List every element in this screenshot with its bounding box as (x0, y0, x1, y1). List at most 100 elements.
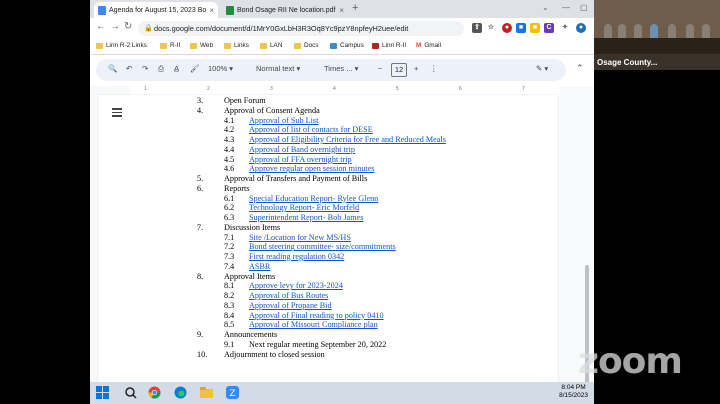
chevron-down-icon[interactable]: ⌄ (542, 3, 549, 12)
minimize-icon[interactable]: — (562, 3, 570, 12)
spellcheck-icon[interactable]: A̲ (174, 64, 179, 73)
document-outline-icon[interactable] (112, 108, 122, 119)
agenda-number: 7.1 (224, 232, 235, 242)
agenda-number: 6. (197, 183, 204, 193)
agenda-link[interactable]: Approval of Band overnight trip (249, 145, 355, 155)
back-icon[interactable]: ← (96, 21, 106, 32)
bookmark-linn-r-ii[interactable]: Linn R-II (372, 42, 406, 49)
agenda-number: 5. (197, 174, 204, 183)
redo-icon[interactable]: ↷ (142, 64, 148, 73)
bookmark-r-ii[interactable]: R-II (160, 42, 180, 49)
share-icon[interactable]: ⇪ (472, 23, 482, 33)
tab-strip: Agenda for August 15, 2023 Bo × Bond Osa… (90, 0, 594, 18)
agenda-link[interactable]: Approve levy for 2023-2024 (249, 281, 343, 291)
editing-mode-icon[interactable]: ✎ ▾ (536, 64, 548, 73)
agenda-link[interactable]: Approval of FFA overnight trip (249, 155, 352, 165)
agenda-number: 8.5 (224, 320, 235, 330)
paint-format-icon[interactable]: 🖌 (190, 64, 200, 73)
forward-icon[interactable]: → (110, 21, 120, 32)
folder-icon (96, 42, 103, 49)
close-icon[interactable]: × (206, 6, 214, 15)
agenda-link[interactable]: Approval of Propane Bid (249, 301, 332, 311)
agenda-link[interactable]: Site /Location for New MS/HS (249, 233, 351, 243)
bookmark-lan[interactable]: LAN (260, 42, 282, 49)
file-explorer-icon[interactable] (200, 386, 213, 399)
bookmark-links[interactable]: Links (224, 42, 249, 49)
puzzle-icon[interactable]: ✦ (560, 23, 570, 33)
style-select[interactable]: Normal text ▾ (256, 64, 300, 73)
edge-icon[interactable] (174, 386, 187, 399)
bookmarks-bar: Linn R-2 Links R-II Web Links LAN Docs C… (90, 39, 594, 55)
agenda-heading: Approval of Transfers and Payment of Bil… (224, 174, 368, 183)
address-bar[interactable]: 🔒 docs.google.com/document/d/1MrY0GxLbH3… (138, 21, 464, 36)
agenda-link[interactable]: Approval of list of contacts for DESE (249, 125, 373, 135)
lock-icon: 🔒 (144, 25, 153, 32)
font-select[interactable]: Times ... ▾ (324, 64, 358, 73)
search-icon[interactable] (124, 386, 137, 399)
agenda-link[interactable]: First reading regulation 0342 (249, 252, 344, 262)
windows-taskbar: Z 8:04 PM 8/15/2023 (90, 382, 594, 404)
agenda-link[interactable]: Technology Report- Eric Morfeld (249, 203, 359, 213)
tab-bond-pdf[interactable]: Bond Osage RII Ne location.pdf × (222, 2, 348, 18)
extension-blue-icon[interactable]: ■ (516, 23, 526, 33)
collapse-toolbar-icon[interactable]: ⌃ (576, 63, 584, 74)
bookmark-linn-r2-links[interactable]: Linn R-2 Links (96, 42, 147, 49)
print-icon[interactable]: ⎙ (158, 64, 164, 74)
agenda-heading: Announcements (224, 330, 278, 339)
bookmark-gmail[interactable]: M Gmail (416, 42, 441, 49)
ruler-number: 6 (459, 86, 462, 92)
agenda-link[interactable]: Approval of Final reading to policy 0410 (249, 311, 384, 321)
agenda-number: 4.1 (224, 115, 235, 125)
agenda-link[interactable]: Special Education Report- Rylee Glenn (249, 194, 378, 204)
font-size-input[interactable]: 12 (391, 63, 407, 77)
extension-yellow-icon[interactable]: ■ (530, 23, 540, 33)
agenda-link[interactable]: Approval of Bus Routes (249, 291, 328, 301)
bookmark-docs[interactable]: Docs (294, 42, 319, 49)
more-options-icon[interactable]: ⋮ (430, 64, 438, 73)
document-page[interactable]: 3. Open Forum 4. Approval of Consent Agenda… (98, 95, 558, 382)
gmail-icon: M (416, 42, 422, 49)
chrome-icon[interactable] (148, 386, 161, 399)
tab-agenda[interactable]: Agenda for August 15, 2023 Bo × (94, 2, 218, 18)
search-icon[interactable]: 🔍 (108, 64, 117, 73)
star-icon[interactable]: ☆ (486, 23, 496, 33)
system-clock[interactable]: 8:04 PM 8/15/2023 (559, 384, 588, 400)
agenda-heading: Adjournment to closed session (224, 349, 325, 359)
agenda-link[interactable]: Superintendent Report- Bob James (249, 213, 363, 223)
participant-video[interactable]: Osage County... (594, 0, 720, 70)
agenda-number: 4.5 (224, 154, 235, 164)
ruler-number: 4 (333, 86, 336, 92)
agenda-number: 6.3 (224, 213, 235, 222)
folder-icon (224, 42, 231, 49)
bookmark-web[interactable]: Web (190, 42, 213, 49)
avatar[interactable]: ● (576, 23, 586, 33)
bookmark-campus[interactable]: Campus (330, 42, 364, 49)
reload-icon[interactable]: ↻ (124, 21, 132, 32)
agenda-link[interactable]: Approval of Sub List (249, 116, 318, 126)
agenda-link[interactable]: ASBR (249, 262, 270, 272)
zoom-app-icon[interactable]: Z (226, 386, 239, 399)
agenda-number: 8.2 (224, 291, 235, 300)
agenda-heading: Approval of Consent Agenda (224, 105, 320, 115)
extension-red-icon[interactable]: ● (502, 23, 512, 33)
clock-date: 8/15/2023 (559, 392, 588, 399)
agenda-link[interactable]: Approve regular open session minutes (249, 164, 375, 174)
new-tab-icon[interactable]: + (352, 2, 358, 14)
folder-icon (190, 42, 197, 49)
agenda-number: 8.4 (224, 310, 235, 320)
agenda-heading: Open Forum (224, 96, 266, 105)
ruler-number: 3 (270, 86, 273, 92)
extension-purple-icon[interactable]: C (544, 23, 554, 33)
svg-text:Z: Z (229, 389, 235, 399)
windows-start-icon[interactable] (96, 386, 109, 399)
font-size-decrease-button[interactable]: − (378, 64, 382, 73)
font-size-increase-button[interactable]: + (414, 64, 418, 73)
close-icon[interactable]: × (336, 6, 344, 15)
agenda-number: 4.3 (224, 135, 235, 144)
agenda-link[interactable]: Bond steering committee- size/commitment… (249, 242, 396, 252)
zoom-select[interactable]: 100% ▾ (208, 64, 233, 73)
undo-icon[interactable]: ↶ (126, 64, 132, 73)
agenda-link[interactable]: Approval of Missouri Compliance plan (249, 320, 378, 330)
maximize-icon[interactable]: ▢ (580, 3, 588, 12)
agenda-link[interactable]: Approval of Eligibility Criteria for Fre… (249, 135, 446, 145)
